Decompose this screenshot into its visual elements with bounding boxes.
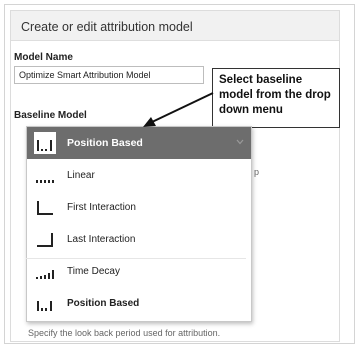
lookback-hint: Specify the look back period used for at… — [28, 328, 221, 338]
dropdown-option-position-based[interactable]: Position Based — [27, 287, 251, 319]
dropdown-option-label: First Interaction — [67, 202, 136, 213]
position-based-icon — [34, 132, 56, 154]
dropdown-selected-label: Position Based — [67, 137, 143, 149]
obscured-text: p — [254, 167, 260, 177]
last-interaction-icon — [34, 228, 56, 250]
dropdown-option-time-decay[interactable]: Time Decay — [27, 255, 251, 287]
dropdown-option-first-interaction[interactable]: First Interaction — [27, 191, 251, 223]
dropdown-option-linear[interactable]: Linear — [27, 159, 251, 191]
annotation-callout: Select baseline model from the drop down… — [212, 68, 340, 128]
model-name-label: Model Name — [14, 52, 73, 63]
chevron-down-icon — [236, 139, 244, 145]
dropdown-option-label: Last Interaction — [67, 234, 136, 245]
dropdown-option-last-interaction[interactable]: Last Interaction — [27, 223, 251, 255]
dropdown-selected-option[interactable]: Position Based — [27, 127, 251, 159]
time-decay-icon — [34, 260, 56, 282]
dropdown-option-label: Position Based — [67, 298, 140, 309]
position-based-icon — [34, 292, 56, 314]
model-name-input[interactable]: Optimize Smart Attribution Model — [14, 66, 204, 84]
divider — [26, 258, 246, 259]
panel-title: Create or edit attribution model — [11, 11, 339, 41]
baseline-model-dropdown[interactable]: Position Based Linear First Interaction — [26, 126, 252, 322]
dropdown-option-label: Time Decay — [67, 266, 120, 277]
linear-icon — [34, 164, 56, 186]
dropdown-option-label: Linear — [67, 170, 95, 181]
baseline-model-label: Baseline Model — [14, 110, 87, 121]
first-interaction-icon — [34, 196, 56, 218]
